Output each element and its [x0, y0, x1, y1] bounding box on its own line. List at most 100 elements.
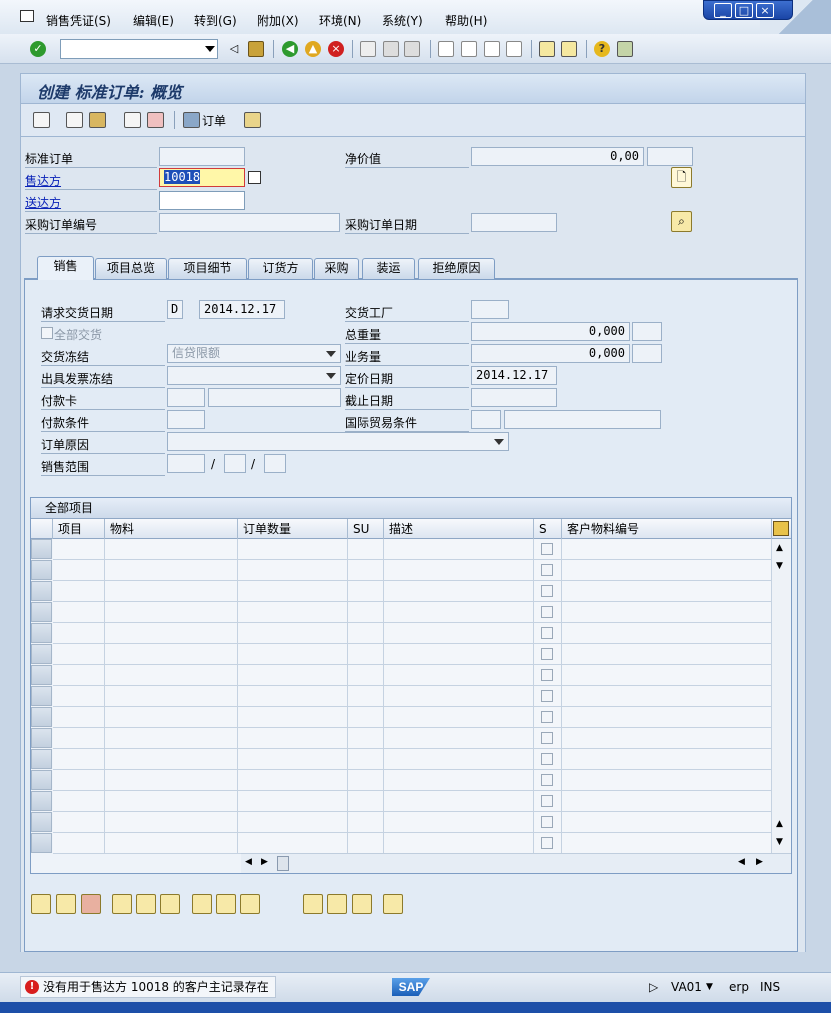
row-checkbox[interactable]: [541, 732, 553, 744]
table-cell[interactable]: [534, 728, 562, 749]
table-cell[interactable]: [562, 833, 772, 854]
delivering-plant-field[interactable]: [471, 300, 509, 319]
row-selector[interactable]: [31, 707, 52, 727]
table-cell[interactable]: [53, 728, 105, 749]
menu-sales-document[interactable]: 销售凭证(S): [46, 12, 111, 29]
table-cell[interactable]: [348, 707, 384, 728]
table-cell[interactable]: [238, 539, 348, 560]
table-cell[interactable]: [105, 581, 238, 602]
table-cell[interactable]: [562, 707, 772, 728]
table-cell[interactable]: [238, 770, 348, 791]
incoterms-code-field[interactable]: [471, 410, 501, 429]
table-cell[interactable]: [384, 770, 534, 791]
table-cell[interactable]: [105, 623, 238, 644]
save-icon[interactable]: [248, 41, 264, 57]
table-cell[interactable]: [384, 560, 534, 581]
table-cell[interactable]: [53, 686, 105, 707]
table-cell[interactable]: [105, 560, 238, 581]
table-cell[interactable]: [53, 539, 105, 560]
table-cell[interactable]: [105, 602, 238, 623]
table-cell[interactable]: [238, 644, 348, 665]
minimize-icon[interactable]: _: [714, 3, 732, 18]
row-selector[interactable]: [31, 665, 52, 685]
table-cell[interactable]: [105, 833, 238, 854]
expand-icon[interactable]: [192, 894, 212, 914]
row-selector[interactable]: [31, 581, 52, 601]
table-cell[interactable]: [238, 707, 348, 728]
scroll-right-icon[interactable]: ▶: [261, 857, 268, 867]
table-cell[interactable]: [238, 623, 348, 644]
table-cell[interactable]: [348, 539, 384, 560]
select-all-cell[interactable]: [31, 519, 53, 539]
copy-icon[interactable]: [248, 171, 261, 184]
table-cell[interactable]: [534, 770, 562, 791]
new-session-icon[interactable]: [539, 41, 555, 57]
tab-ordering-party[interactable]: 订货方: [248, 258, 313, 279]
layout-icon[interactable]: [617, 41, 633, 57]
order-grid-icon[interactable]: [183, 112, 200, 128]
cancel-icon[interactable]: ×: [328, 41, 344, 57]
col-order-qty[interactable]: 订单数量: [238, 519, 348, 539]
menu-edit[interactable]: 编辑(E): [133, 12, 174, 29]
table-cell[interactable]: [534, 812, 562, 833]
row-checkbox[interactable]: [541, 606, 553, 618]
prev-page-icon[interactable]: [461, 41, 477, 57]
payment-card-number-field[interactable]: [208, 388, 341, 407]
back-arrow-icon[interactable]: ◀: [282, 41, 298, 57]
table-cell[interactable]: [348, 812, 384, 833]
table-cell[interactable]: [384, 812, 534, 833]
payment-card-type-field[interactable]: [167, 388, 205, 407]
incoterms-location-field[interactable]: [504, 410, 661, 429]
table-cell[interactable]: [348, 602, 384, 623]
table-cell[interactable]: [534, 539, 562, 560]
table-cell[interactable]: [384, 707, 534, 728]
row-checkbox[interactable]: [541, 543, 553, 555]
tab-sales[interactable]: 销售: [37, 256, 94, 280]
row-selector[interactable]: [31, 812, 52, 832]
row-checkbox[interactable]: [541, 585, 553, 597]
col-customer-material[interactable]: 客户物料编号: [562, 519, 772, 539]
order-reason-select[interactable]: [167, 432, 509, 451]
table-cell[interactable]: [562, 644, 772, 665]
complete-delivery-checkbox[interactable]: [41, 327, 53, 339]
menu-help[interactable]: 帮助(H): [445, 12, 487, 29]
row-selector[interactable]: [31, 770, 52, 790]
transaction-code[interactable]: VA01: [671, 980, 702, 994]
table-cell[interactable]: [384, 749, 534, 770]
table-cell[interactable]: [348, 644, 384, 665]
row-checkbox[interactable]: [541, 795, 553, 807]
sold-to-label[interactable]: 售达方: [25, 172, 61, 189]
first-page-icon[interactable]: [438, 41, 454, 57]
display-doc-flow-icon[interactable]: [33, 112, 50, 128]
chevron-down-icon[interactable]: [494, 439, 504, 445]
table-cell[interactable]: [105, 707, 238, 728]
table-cell[interactable]: [348, 833, 384, 854]
table-cell[interactable]: [348, 665, 384, 686]
row-selector[interactable]: [31, 833, 52, 853]
tab-item-overview[interactable]: 项目总览: [95, 258, 167, 279]
table-cell[interactable]: [348, 791, 384, 812]
table-cell[interactable]: [534, 602, 562, 623]
row-checkbox[interactable]: [541, 669, 553, 681]
maximize-icon[interactable]: □: [735, 3, 753, 18]
configuration-icon[interactable]: [240, 894, 260, 914]
scroll-up-icon[interactable]: ▲: [776, 819, 783, 829]
row-selector[interactable]: [31, 791, 52, 811]
close-icon[interactable]: ×: [756, 3, 774, 18]
scroll-thumb[interactable]: [277, 856, 289, 871]
pricing-icon[interactable]: [352, 894, 372, 914]
col-s[interactable]: S: [534, 519, 562, 539]
table-cell[interactable]: [534, 707, 562, 728]
table-cell[interactable]: [384, 581, 534, 602]
table-cell[interactable]: [534, 749, 562, 770]
row-checkbox[interactable]: [541, 711, 553, 723]
po-number-field[interactable]: [159, 213, 340, 232]
status-overview-icon[interactable]: [124, 112, 141, 128]
req-delivery-date-field[interactable]: 2014.12.17: [199, 300, 285, 319]
table-cell[interactable]: [562, 665, 772, 686]
table-cell[interactable]: [562, 623, 772, 644]
table-cell[interactable]: [105, 791, 238, 812]
table-cell[interactable]: [562, 749, 772, 770]
table-cell[interactable]: [53, 770, 105, 791]
status-message[interactable]: ! 没有用于售达方 10018 的客户主记录存在: [20, 976, 276, 998]
